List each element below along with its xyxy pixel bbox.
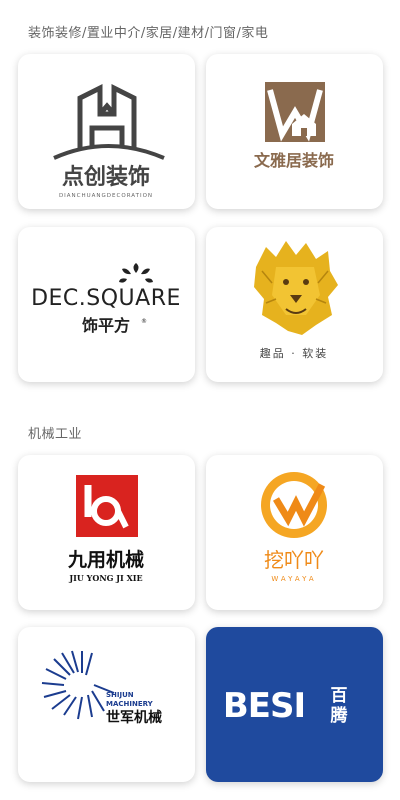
house-w-logo-icon: 文雅居装饰 (254, 82, 334, 170)
brand-name: 九用机械 (67, 548, 144, 571)
logo-card-lion[interactable]: 趣品 · 软装 (206, 227, 383, 382)
logo-card-wenyaju[interactable]: 文雅居装饰 (206, 54, 383, 209)
brand-name-block: 百腾 (331, 686, 349, 726)
brand-name: 饰平方 (82, 316, 130, 335)
house-frame-logo-icon: 点创装饰 DIANCHUANGDECORATION (53, 83, 165, 199)
brand-name: 点创装饰 (62, 164, 150, 190)
brand-name-en-1: SHIJUN (106, 691, 134, 699)
brand-name-en: BESI (223, 686, 305, 726)
brand-name: 百腾 (331, 686, 349, 726)
brand-name: 挖吖吖 (264, 548, 324, 572)
logo-card-besi[interactable]: BESI 百腾 (206, 627, 383, 782)
svg-text:®: ® (141, 318, 147, 325)
spiral-logo-icon: SHIJUN MACHINERY 世军机械 (41, 650, 162, 726)
besi-logo-icon: BESI 百腾 (223, 686, 349, 726)
logo-card-shijun[interactable]: SHIJUN MACHINERY 世军机械 (18, 627, 195, 782)
chandelier-logo-icon: DEC.SQUARE 饰平方 ® (31, 263, 181, 335)
jy-square-logo-icon: 九用机械 JIU YONG JI XIE (67, 475, 144, 583)
brand-subtitle: JIU YONG JI XIE (68, 573, 142, 583)
lion-logo-icon: 趣品 · 软装 (254, 241, 338, 360)
brand-name-en-2: MACHINERY (106, 700, 154, 708)
wa-circle-logo-icon: 挖吖吖 WAYAYA (261, 472, 327, 583)
brand-subtitle: WAYAYA (271, 575, 316, 583)
logo-card-dianchuang[interactable]: 点创装饰 DIANCHUANGDECORATION (18, 54, 195, 209)
brand-subtitle: DIANCHUANGDECORATION (59, 193, 153, 199)
brand-name: 趣品 · 软装 (260, 346, 329, 360)
section-title-decoration: 装饰装修/置业中介/家居/建材/门窗/家电 (28, 26, 269, 41)
brand-name-en: DEC.SQUARE (31, 286, 181, 311)
section-title-machinery: 机械工业 (28, 427, 83, 442)
logo-card-jiuyong[interactable]: 九用机械 JIU YONG JI XIE (18, 455, 195, 610)
logo-card-decsquare[interactable]: DEC.SQUARE 饰平方 ® (18, 227, 195, 382)
brand-name: 文雅居装饰 (254, 151, 334, 170)
logo-card-wayaya[interactable]: 挖吖吖 WAYAYA (206, 455, 383, 610)
brand-name: 世军机械 (106, 709, 162, 726)
